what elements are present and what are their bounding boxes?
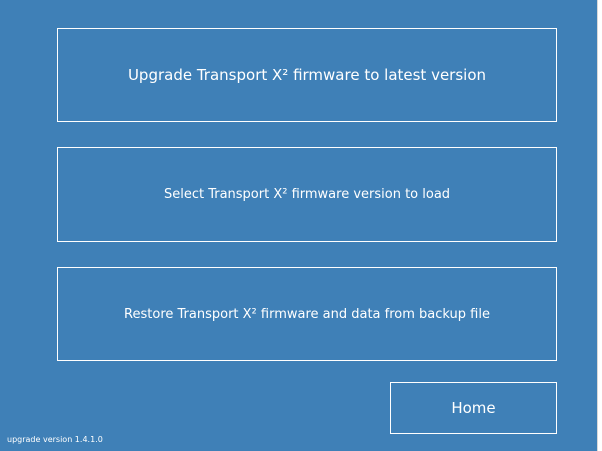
- home-button[interactable]: Home: [390, 382, 557, 434]
- select-firmware-version-label: Select Transport X² firmware version to …: [163, 187, 451, 202]
- upgrade-latest-firmware-label: Upgrade Transport X² firmware to latest …: [127, 66, 487, 84]
- restore-from-backup-label: Restore Transport X² firmware and data f…: [124, 306, 490, 322]
- upgrade-window: Upgrade Transport X² firmware to latest …: [0, 0, 598, 451]
- restore-from-backup-button[interactable]: Restore Transport X² firmware and data f…: [57, 267, 557, 361]
- upgrade-latest-firmware-button[interactable]: Upgrade Transport X² firmware to latest …: [57, 28, 557, 122]
- home-button-label: Home: [451, 399, 496, 417]
- select-firmware-version-button[interactable]: Select Transport X² firmware version to …: [57, 147, 557, 242]
- upgrade-version-label: upgrade version 1.4.1.0: [7, 435, 103, 444]
